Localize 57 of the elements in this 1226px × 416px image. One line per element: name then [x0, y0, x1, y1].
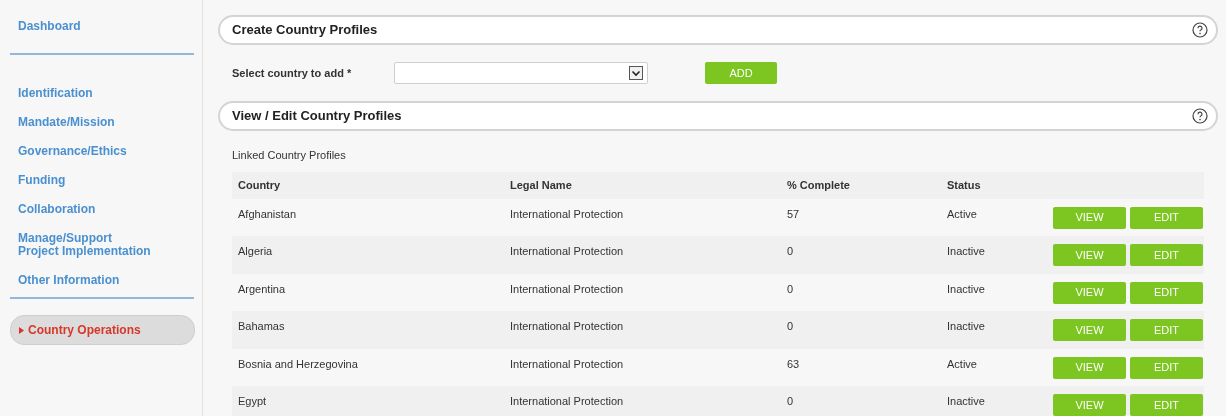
table-cell-text: Argentina [238, 281, 287, 297]
help-icon[interactable] [1192, 22, 1208, 38]
table-cell-text: 0 [787, 394, 795, 409]
table-cell-text: 0 [787, 244, 795, 259]
table-cell-text: Inactive [947, 394, 986, 409]
section-title: Create Country Profiles [232, 21, 378, 40]
table-cell-text: 0 [787, 281, 795, 297]
table-cell-text: Afghanistan [238, 206, 298, 222]
table-cell-text: Inactive [947, 319, 986, 334]
table-cell-text: Bahamas [238, 319, 286, 334]
sidebar-item[interactable]: Dashboard [10, 20, 195, 33]
column-header: Country [238, 177, 282, 193]
table-cell-text: International Protection [510, 394, 625, 409]
sidebar-item[interactable]: Identification [10, 87, 195, 100]
table-cell-text: International Protection [510, 244, 625, 259]
table-cell-text: Algeria [238, 244, 274, 259]
table-cell-text: 0 [787, 319, 795, 334]
table-cell-text: International Protection [510, 356, 625, 372]
caret-icon [19, 326, 24, 334]
table-cell-text: International Protection [510, 206, 625, 222]
sidebar-item[interactable]: Collaboration [10, 203, 195, 216]
column-header: % Complete [787, 177, 851, 193]
table-cell-text: 57 [787, 206, 801, 222]
field-label: Select country to add * [232, 65, 353, 81]
view-button[interactable]: VIEW [1053, 281, 1126, 304]
edit-button[interactable]: EDIT [1130, 206, 1203, 229]
view-button[interactable]: VIEW [1053, 394, 1126, 416]
table-cell-text: Inactive [947, 281, 986, 297]
column-header: Legal Name [510, 177, 573, 193]
column-header: Status [947, 177, 982, 193]
sidebar-item[interactable]: Manage/Support Project Implementation [10, 232, 195, 258]
table-cell-text: International Protection [510, 281, 625, 297]
view-button[interactable]: VIEW [1053, 356, 1126, 379]
help-icon[interactable] [1192, 108, 1208, 124]
view-button[interactable]: VIEW [1053, 206, 1126, 229]
sidebar-item[interactable]: Mandate/Mission [10, 116, 195, 129]
edit-button[interactable]: EDIT [1130, 356, 1203, 379]
edit-button[interactable]: EDIT [1130, 394, 1203, 416]
section-title: View / Edit Country Profiles [232, 107, 402, 126]
table-cell-text: Egypt [238, 394, 268, 409]
table-cell-text: Active [947, 356, 978, 372]
sidebar-item[interactable]: Funding [10, 174, 195, 187]
table-cell-text: 63 [787, 356, 801, 372]
add-button[interactable]: ADD [705, 62, 777, 84]
table-cell-text: Active [947, 206, 978, 222]
table-caption: Linked Country Profiles [231, 148, 347, 163]
edit-button[interactable]: EDIT [1130, 281, 1203, 304]
edit-button[interactable]: EDIT [1130, 244, 1203, 266]
table-cell-text: Bosnia and Herzegovina [238, 356, 359, 372]
sidebar-item[interactable]: Governance/Ethics [10, 145, 195, 158]
view-button[interactable]: VIEW [1053, 319, 1126, 341]
sidebar-item[interactable]: Other Information [10, 274, 195, 287]
table-cell-text: Inactive [947, 244, 986, 259]
table-cell-text: International Protection [510, 319, 625, 334]
sidebar-item[interactable]: Country Operations [10, 315, 195, 345]
view-button[interactable]: VIEW [1053, 244, 1126, 266]
edit-button[interactable]: EDIT [1130, 319, 1203, 341]
